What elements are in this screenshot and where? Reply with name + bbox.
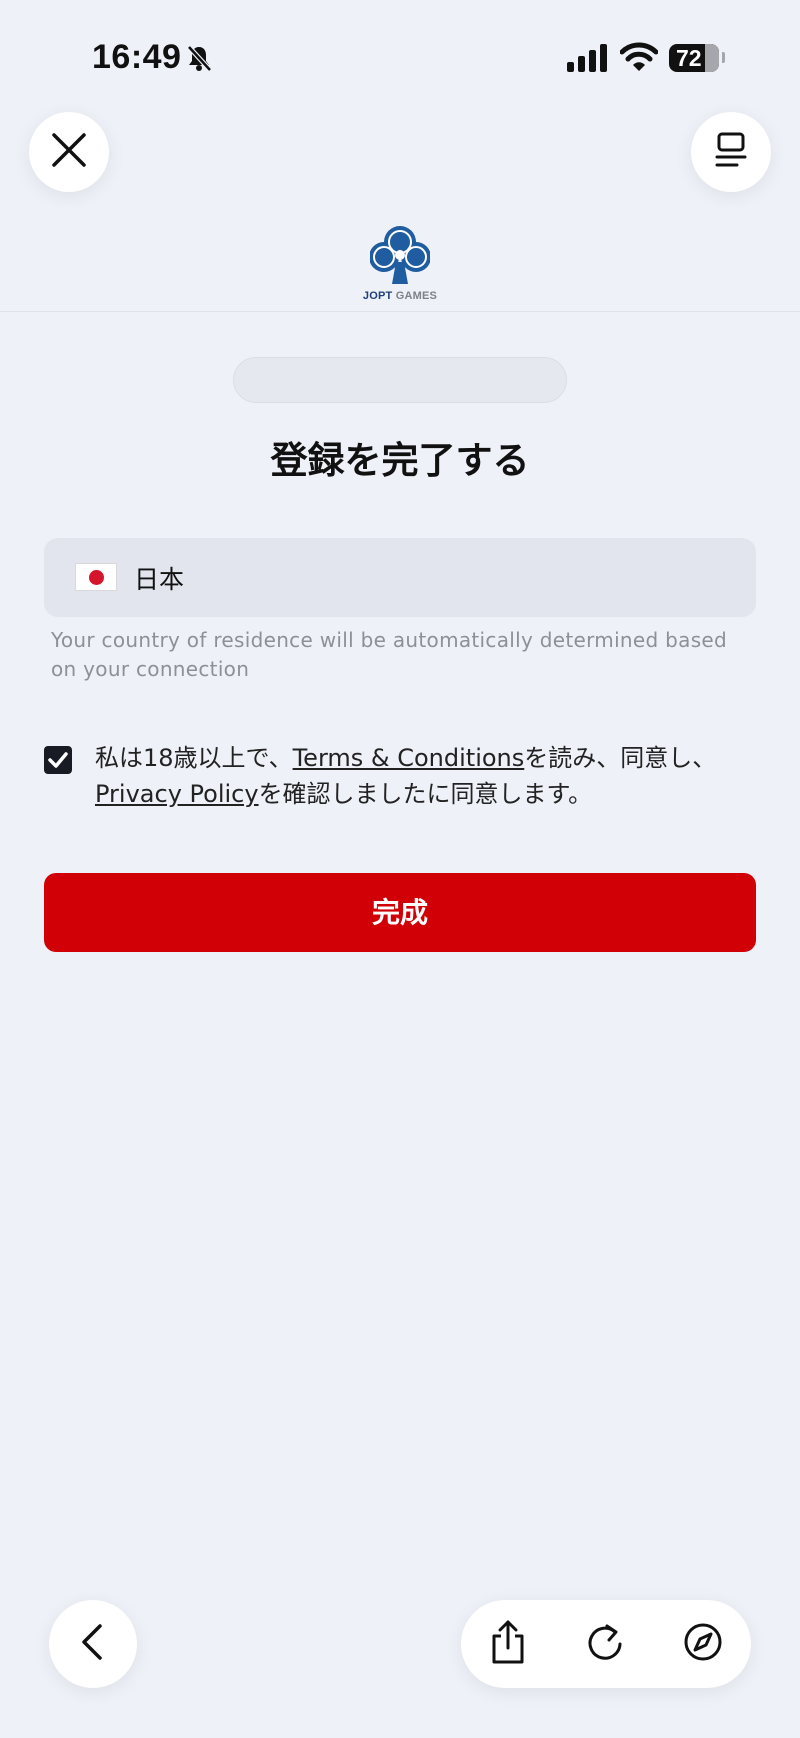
back-button[interactable] [49,1600,137,1688]
menu-button[interactable] [691,112,771,192]
brand-name-part2: GAMES [395,290,438,302]
reload-button[interactable] [583,1622,627,1666]
complete-button[interactable]: 完成 [44,873,756,952]
brand-name-part1: JOPT [362,290,393,302]
wifi-icon [619,42,659,76]
agreement-text-1: 私は18歳以上で、 [95,744,293,772]
agreement-text-3: を確認しましたに同意します。 [258,780,593,808]
share-button[interactable] [486,1620,530,1668]
back-icon [78,1624,108,1664]
compass-button[interactable] [681,1622,725,1666]
checkmark-icon [46,752,70,776]
progress-pill [233,357,567,403]
brand-name: JOPT GAMES [360,290,440,302]
close-icon [51,132,87,172]
brand-logo: JOPT GAMES [360,224,440,302]
status-bar: 16:49 72 [0,0,800,110]
agreement-text: 私は18歳以上で、Terms & Conditionsを読み、同意し、 Priva… [95,740,775,812]
agree-checkbox[interactable] [44,746,72,774]
menu-icon [715,132,747,172]
status-time: 16:49 [92,38,182,76]
share-icon [490,1620,526,1668]
agreement-text-2: を読み、同意し、 [524,744,717,772]
header-divider [0,311,800,312]
battery-level: 72 [676,45,702,71]
club-logo-icon [369,226,431,290]
browser-toolbar [461,1600,751,1688]
battery-tip [722,52,725,63]
country-select[interactable]: 日本 [44,538,756,617]
japan-flag-icon [75,563,117,591]
bell-muted-icon [186,44,212,76]
compass-icon [683,1622,723,1666]
cellular-signal-icon [567,44,609,76]
close-button[interactable] [29,112,109,192]
page-title: 登録を完了する [270,439,530,482]
privacy-link[interactable]: Privacy Policy [95,780,259,808]
battery-indicator: 72 [669,44,719,72]
reload-icon [585,1622,625,1666]
country-hint: Your country of residence will be automa… [51,628,728,681]
terms-link[interactable]: Terms & Conditions [293,744,525,772]
country-value: 日本 [134,565,185,594]
